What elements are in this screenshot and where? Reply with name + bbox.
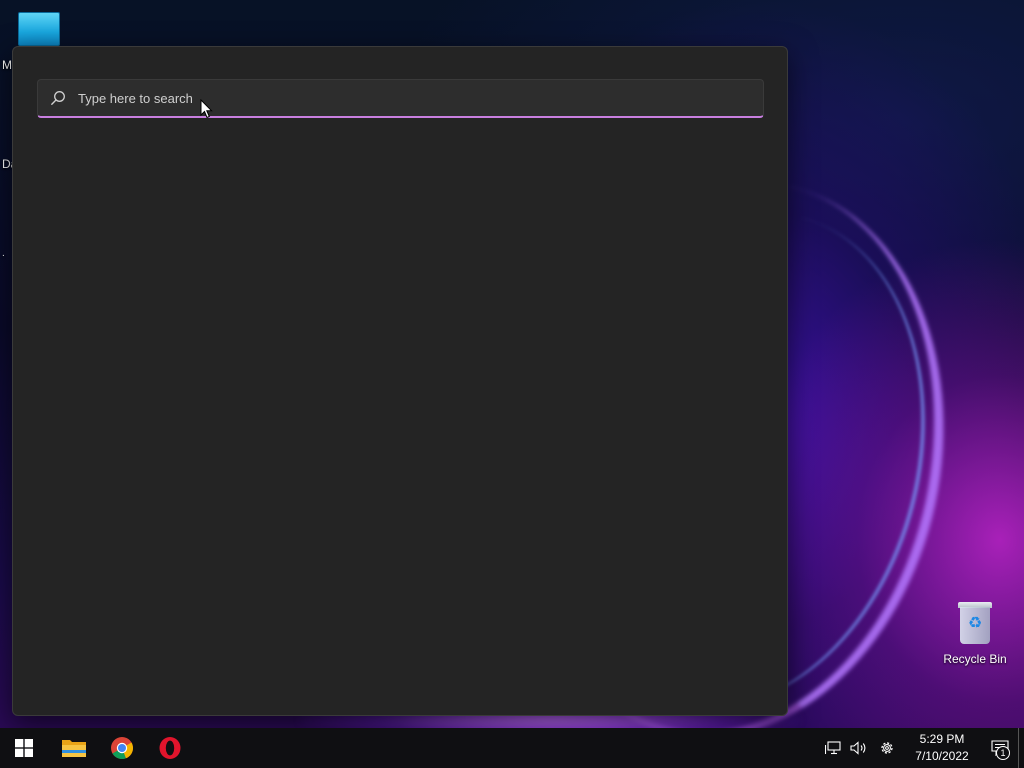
clock-time: 5:29 PM [919, 732, 965, 746]
desktop-icon-label-clipped: M [2, 58, 12, 72]
windows-logo-icon [15, 739, 33, 757]
desktop-icon-label-clipped: . [2, 248, 5, 259]
notification-count-badge: 1 [996, 746, 1010, 760]
opera-button[interactable] [146, 728, 194, 768]
system-tray: 5:29 PM 7/10/2022 1 [820, 728, 1024, 768]
folder-icon [62, 740, 86, 757]
search-icon [38, 80, 78, 116]
settings-button[interactable] [872, 728, 902, 768]
mouse-cursor-icon [200, 99, 213, 119]
show-desktop-button[interactable] [1018, 728, 1024, 768]
search-panel [12, 46, 788, 716]
search-box[interactable] [37, 79, 764, 118]
volume-button[interactable] [846, 728, 872, 768]
action-center-button[interactable]: 1 [982, 728, 1018, 768]
file-explorer-button[interactable] [50, 728, 98, 768]
this-pc-icon[interactable] [18, 12, 60, 46]
recycle-bin-desktop-icon[interactable]: ♻ Recycle Bin [940, 602, 1010, 666]
network-icon [825, 741, 841, 755]
start-button[interactable] [0, 728, 48, 768]
gear-icon [881, 742, 893, 754]
recycle-bin-icon: ♻ [958, 602, 992, 644]
clock[interactable]: 5:29 PM 7/10/2022 [902, 728, 982, 768]
clock-date: 7/10/2022 [915, 749, 969, 763]
network-button[interactable] [820, 728, 846, 768]
chrome-button[interactable] [98, 728, 146, 768]
search-input[interactable] [78, 80, 763, 116]
recycle-bin-label: Recycle Bin [943, 652, 1007, 666]
chrome-icon [111, 737, 134, 760]
opera-icon [159, 737, 181, 759]
taskbar: 5:29 PM 7/10/2022 1 [0, 728, 1024, 768]
speaker-icon [850, 741, 866, 755]
